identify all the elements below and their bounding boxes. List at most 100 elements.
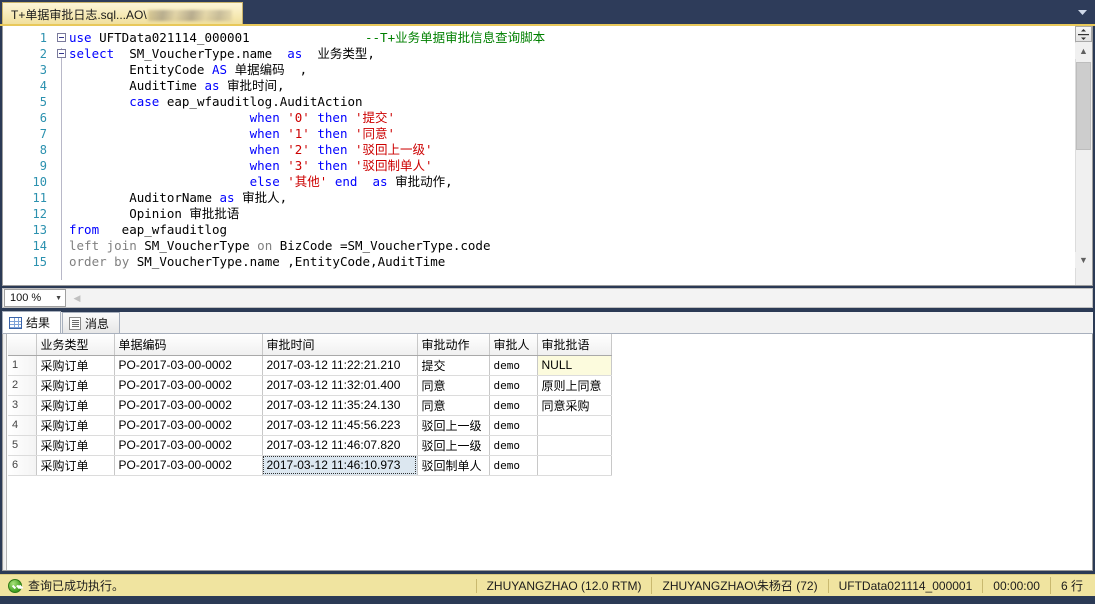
status-row-count: 6 行 [1049,577,1095,594]
table-cell[interactable]: PO-2017-03-00-0002 [114,355,263,376]
collapse-toggle-icon[interactable] [57,33,66,42]
table-cell[interactable]: 2017-03-12 11:46:10.973 [262,455,418,476]
status-server: ZHUYANGZHAO (12.0 RTM) [475,578,652,593]
scroll-up-arrow-icon[interactable]: ▲ [1075,43,1092,59]
success-check-icon [8,578,22,593]
column-header[interactable]: 审批动作 [417,334,490,356]
table-row[interactable]: 4 采购订单 PO-2017-03-00-0002 2017-03-12 11:45:… [8,415,612,436]
editor-bottom-strip: 100 % ▼ ◀ [2,288,1093,308]
document-tab-sql-file[interactable]: T+单据审批日志.sql...AO\ [2,2,243,26]
code-line: 2 select SM_VoucherType.name as 业务类型, [3,46,1075,62]
row-number-cell[interactable]: 6 [8,455,37,476]
table-cell[interactable]: 采购订单 [36,355,115,376]
table-cell[interactable] [537,435,612,456]
editor-vertical-scrollbar[interactable]: ▲ ▼ [1075,26,1092,285]
column-header[interactable]: 审批人 [489,334,538,356]
table-cell[interactable]: 采购订单 [36,435,115,456]
collapse-toggle-icon[interactable] [57,49,66,58]
table-cell[interactable]: 驳回制单人 [417,455,490,476]
table-cell[interactable] [537,455,612,476]
zoom-level-value: 100 % [10,292,42,304]
table-cell[interactable]: 同意 [417,395,490,416]
chevron-down-icon: ▼ [55,294,62,302]
sql-editor-pane[interactable]: 1 use UFTData021114_000001 2 select SM_Vouc… [2,26,1093,286]
editor-horizontal-scrollbar[interactable] [84,289,1092,307]
line-number: 9 [39,159,47,173]
table-cell[interactable]: 同意采购 [537,395,612,416]
code-text: when '2' then '驳回上一级' [249,142,433,157]
table-cell[interactable]: 2017-03-12 11:45:56.223 [262,415,418,436]
scroll-down-arrow-icon[interactable]: ▼ [1075,252,1092,268]
row-number-cell[interactable]: 3 [8,395,37,416]
chevron-down-icon[interactable] [1075,5,1089,19]
column-header[interactable]: 审批批语 [537,334,612,356]
table-cell[interactable]: 同意 [417,375,490,396]
code-lines-container: 1 use UFTData021114_000001 2 select SM_Vouc… [3,30,1075,270]
row-number-cell[interactable]: 4 [8,415,37,436]
chevron-left-icon[interactable]: ◀ [70,290,84,307]
table-row[interactable]: 5 采购订单 PO-2017-03-00-0002 2017-03-12 11:46:… [8,435,612,456]
table-cell[interactable]: demo [489,455,538,476]
status-message: 查询已成功执行。 [28,579,125,593]
table-cell[interactable]: PO-2017-03-00-0002 [114,375,263,396]
zoom-level-select[interactable]: 100 % ▼ [4,289,66,307]
tab-messages[interactable]: 消息 [62,312,121,333]
table-cell[interactable]: 驳回上一级 [417,435,490,456]
code-text: when '1' then '同意' [249,126,396,141]
status-elapsed-time: 00:00:00 [982,578,1050,593]
table-row[interactable]: 2 采购订单 PO-2017-03-00-0002 2017-03-12 11:32:… [8,375,612,396]
table-cell[interactable]: 2017-03-12 11:46:07.820 [262,435,418,456]
code-text: AuditTime as 审批时间, [69,78,285,93]
table-cell[interactable]: 驳回上一级 [417,415,490,436]
table-cell[interactable]: NULL [537,355,612,376]
table-cell[interactable]: demo [489,415,538,436]
table-cell[interactable]: 采购订单 [36,415,115,436]
column-header[interactable]: 单据编码 [114,334,263,356]
split-pane-button[interactable] [1075,26,1092,42]
table-cell[interactable]: demo [489,395,538,416]
code-line: 4 AuditTime as 审批时间, [3,78,1075,94]
line-number: 6 [39,111,47,125]
tab-results[interactable]: 结果 [2,311,62,333]
row-number-cell[interactable]: 2 [8,375,37,396]
code-text: from eap_wfauditlog [69,222,228,237]
table-cell[interactable]: 2017-03-12 11:22:21.210 [262,355,418,376]
message-icon [69,316,82,330]
table-cell[interactable]: PO-2017-03-00-0002 [114,435,263,456]
table-cell[interactable] [537,415,612,436]
column-header[interactable]: 业务类型 [36,334,115,356]
table-cell[interactable]: PO-2017-03-00-0002 [114,415,263,436]
results-table: 业务类型 单据编码 审批时间 审批动作 审批人 审批批语 1 采购订单 PO-2017-03-… [8,334,612,476]
editor-scroll-thumb[interactable] [1076,62,1091,150]
table-cell[interactable]: PO-2017-03-00-0002 [114,455,263,476]
table-cell[interactable]: 采购订单 [36,455,115,476]
code-text: select SM_VoucherType.name as 业务类型, [69,46,375,61]
table-cell[interactable]: demo [489,375,538,396]
sql-code-area[interactable]: 1 use UFTData021114_000001 2 select SM_Vouc… [3,26,1075,285]
table-cell[interactable]: 2017-03-12 11:32:01.400 [262,375,418,396]
tab-results-label: 结果 [26,316,51,330]
column-header[interactable]: 审批时间 [262,334,418,356]
table-row[interactable]: 3 采购订单 PO-2017-03-00-0002 2017-03-12 11:35:… [8,395,612,416]
table-row[interactable]: 6 采购订单 PO-2017-03-00-0002 2017-03-12 11:46:… [8,455,612,476]
code-text: left join SM_VoucherType on BizCode =SM_… [69,238,491,253]
results-grid[interactable]: 业务类型 单据编码 审批时间 审批动作 审批人 审批批语 1 采购订单 PO-2017-03-… [2,334,1093,571]
code-line: 14 left join SM_VoucherType on BizCode =S… [3,238,1075,254]
table-cell[interactable]: PO-2017-03-00-0002 [114,395,263,416]
table-cell[interactable]: 原则上同意 [537,375,612,396]
code-line: 6 when '0' then '提交' [3,110,1075,126]
table-cell[interactable]: 采购订单 [36,395,115,416]
table-cell[interactable]: 提交 [417,355,490,376]
status-bar: 查询已成功执行。 ZHUYANGZHAO (12.0 RTM) ZHUYANGZ… [0,574,1095,596]
row-number-header [8,334,37,356]
sql-header-comment: --T+业务单据审批信息查询脚本 [365,30,546,45]
table-row[interactable]: 1 采购订单 PO-2017-03-00-0002 2017-03-12 11:22:… [8,355,612,376]
table-cell[interactable]: demo [489,435,538,456]
table-cell[interactable]: 采购订单 [36,375,115,396]
row-number-cell[interactable]: 1 [8,355,37,376]
table-cell[interactable]: 2017-03-12 11:35:24.130 [262,395,418,416]
query-status: 查询已成功执行。 [0,577,124,594]
table-cell[interactable]: demo [489,355,538,376]
code-line: 13 from eap_wfauditlog [3,222,1075,238]
row-number-cell[interactable]: 5 [8,435,37,456]
